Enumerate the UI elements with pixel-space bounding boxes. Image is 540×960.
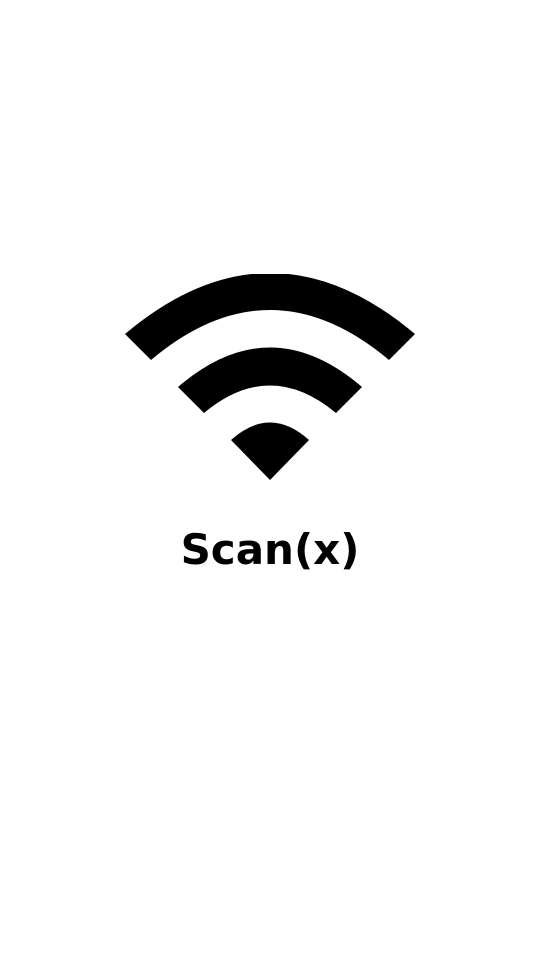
wifi-signal-icon bbox=[125, 274, 415, 480]
wifi-middle-arc bbox=[178, 347, 362, 413]
app-name-title: Scan(x) bbox=[180, 525, 360, 574]
splash-screen: Scan(x) bbox=[0, 0, 540, 960]
wifi-inner-wedge bbox=[231, 422, 309, 480]
wifi-outer-arc bbox=[125, 274, 415, 360]
